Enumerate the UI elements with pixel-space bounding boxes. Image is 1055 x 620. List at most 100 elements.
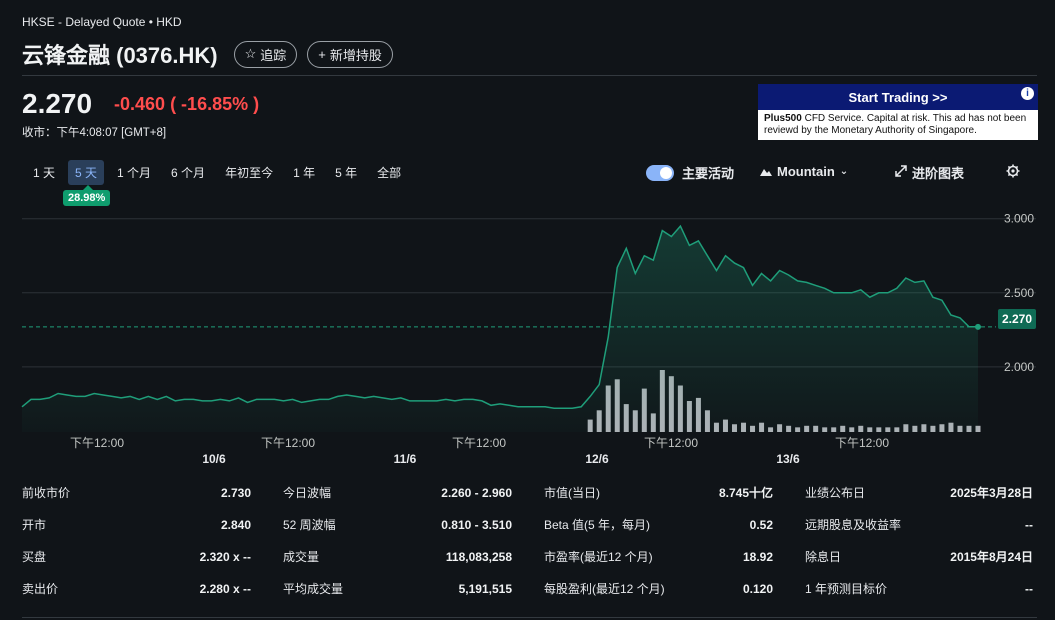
stats-column: 前收市价 2.730 开市 2.840 买盘 2.320 x -- 卖出价 2.280 x -… [22, 485, 251, 613]
stat-label: 市值(当日) [544, 486, 600, 500]
stat-label: Beta 值(5 年，每月) [544, 518, 651, 532]
ad-body-text: CFD Service. Capital at risk. This ad ha… [764, 113, 1027, 136]
add-holding-label: 新增持股 [329, 47, 382, 63]
current-price-tag: 2.270 [998, 309, 1037, 329]
plus-icon: + [318, 46, 326, 62]
divider [22, 617, 1037, 618]
ad-brand: Plus500 [764, 113, 802, 124]
stat-label: 1 年预测目标价 [805, 582, 888, 596]
stat-row: 每股盈利(最近12 个月) 0.120 [544, 581, 773, 613]
stat-value: 2.320 x -- [199, 550, 251, 564]
stat-row: 1 年预测目标价 -- [805, 581, 1033, 613]
stat-label: 业绩公布日 [805, 486, 866, 500]
range-tab[interactable]: 1 个月 [110, 160, 158, 185]
stat-label: 市盈率(最近12 个月) [544, 550, 653, 564]
stat-label: 除息日 [805, 550, 842, 564]
stat-row: 除息日 2015年8月24日 [805, 549, 1033, 581]
chevron-down-icon: ⌄ [839, 166, 849, 177]
x-time-label: 下午12:00 [452, 436, 506, 450]
stat-label: 每股盈利(最近12 个月) [544, 582, 665, 596]
stat-value: -- [1025, 582, 1033, 596]
x-time-label: 下午12:00 [261, 436, 315, 450]
change-value: -0.460 [114, 94, 166, 114]
stat-value: 2.840 [220, 518, 251, 532]
divider [22, 75, 1037, 76]
stat-label: 成交量 [283, 550, 320, 564]
stat-row: 远期股息及收益率 -- [805, 517, 1033, 549]
stat-label: 平均成交量 [283, 582, 344, 596]
stat-row: 业绩公布日 2025年3月28日 [805, 485, 1033, 517]
follow-label: 追踪 [260, 47, 287, 63]
stats-column: 市值(当日) 8.745十亿 Beta 值(5 年，每月) 0.52 市盈率(最近12 … [544, 485, 773, 613]
gear-icon[interactable] [1006, 164, 1020, 182]
ad-headline-bar[interactable]: Start Trading >> i [758, 84, 1038, 110]
range-tab[interactable]: 年初至今 [218, 160, 280, 185]
last-price-dot [975, 323, 981, 330]
add-holding-button[interactable]: + 新增持股 [307, 40, 393, 68]
stat-label: 52 周波幅 [283, 518, 336, 532]
range-tab[interactable]: 5 年 [328, 160, 364, 185]
stat-value: 2015年8月24日 [950, 550, 1033, 564]
stat-row: 52 周波幅 0.810 - 3.510 [283, 517, 512, 549]
stat-value: 118,083,258 [445, 550, 512, 564]
x-date-label: 11/6 [394, 452, 417, 466]
stats-column: 今日波幅 2.260 - 2.960 52 周波幅 0.810 - 3.510 成交量 1… [283, 485, 512, 613]
stat-row: 市值(当日) 8.745十亿 [544, 485, 773, 517]
x-time-label: 下午12:00 [644, 436, 698, 450]
advanced-chart-button[interactable]: 进阶图表 [895, 163, 964, 182]
stats-table: 前收市价 2.730 开市 2.840 买盘 2.320 x -- 卖出价 2.280 x -… [22, 485, 1037, 613]
price-chart[interactable]: 3.000 2.500 2.000 下午12:00 下午12:00 下午12:00 下午12… [0, 195, 1055, 470]
stat-row: 卖出价 2.280 x -- [22, 581, 251, 613]
stat-value: 2.260 - 2.960 [441, 486, 512, 500]
current-price: 2.270 [22, 88, 93, 119]
stat-row: 买盘 2.320 x -- [22, 549, 251, 581]
range-tab[interactable]: 全部 [370, 160, 408, 185]
stat-value: 2025年3月28日 [950, 486, 1033, 500]
advanced-chart-label: 进阶图表 [912, 166, 965, 181]
stat-value: 18.92 [742, 550, 773, 564]
stat-row: 今日波幅 2.260 - 2.960 [283, 485, 512, 517]
stat-label: 买盘 [22, 550, 47, 564]
price-area [22, 226, 978, 432]
chart-type-label: Mountain [777, 164, 835, 179]
stat-row: 前收市价 2.730 [22, 485, 251, 517]
stat-value: 0.52 [749, 518, 773, 532]
stat-row: 市盈率(最近12 个月) 18.92 [544, 549, 773, 581]
ad-headline[interactable]: Start Trading >> [849, 90, 948, 105]
info-icon[interactable]: i [1021, 87, 1034, 100]
main-activity-toggle[interactable]: 主要活动 [646, 163, 734, 182]
stat-value: 0.120 [742, 582, 773, 596]
stat-label: 前收市价 [22, 486, 71, 500]
stat-value: -- [1025, 518, 1033, 532]
stat-row: Beta 值(5 年，每月) 0.52 [544, 517, 773, 549]
change-percent: ( -16.85% ) [170, 94, 260, 114]
y-tick-label: 2.000 [1004, 360, 1034, 374]
range-tabs: 1 天5 天1 个月 6 个月 年初至今 1 年5 年全部 [26, 160, 408, 185]
stat-row: 平均成交量 5,191,515 [283, 581, 512, 613]
mountain-icon [760, 164, 772, 179]
stat-row: 成交量 118,083,258 [283, 549, 512, 581]
page-title: 云锋金融 (0376.HK) [22, 43, 218, 68]
range-tab[interactable]: 6 个月 [164, 160, 212, 185]
range-tab[interactable]: 1 年 [286, 160, 322, 185]
close-time: 收市：下午4:08:07 [GMT+8] [22, 127, 167, 139]
chart-type-select[interactable]: Mountain ⌄ [760, 164, 848, 179]
range-tab[interactable]: 1 天 [26, 160, 62, 185]
follow-button[interactable]: ☆ 追踪 [233, 40, 298, 68]
stats-column: 业绩公布日 2025年3月28日远期股息及收益率 -- 除息日 2015年8月24日 1 … [805, 485, 1033, 613]
x-time-label: 下午12:00 [70, 436, 124, 450]
stat-value: 8.745十亿 [718, 486, 773, 500]
title-row: 云锋金融 (0376.HK) ☆ 追踪 + 新增持股 [22, 38, 393, 70]
x-time-label: 下午12:00 [835, 436, 889, 450]
expand-icon [895, 165, 907, 180]
range-tab[interactable]: 5 天 [68, 160, 105, 185]
main-activity-label: 主要活动 [682, 166, 735, 181]
y-tick-label: 3.000 [1004, 212, 1034, 226]
stat-row: 开市 2.840 [22, 517, 251, 549]
price-change: -0.460 ( -16.85% ) [114, 94, 259, 115]
toggle-switch[interactable] [646, 164, 674, 181]
ad-banner[interactable]: Start Trading >> i Plus500 CFD Service. … [758, 84, 1038, 140]
x-date-label: 13/6 [776, 452, 800, 466]
stat-value: 0.810 - 3.510 [441, 518, 512, 532]
stat-label: 今日波幅 [283, 486, 332, 500]
